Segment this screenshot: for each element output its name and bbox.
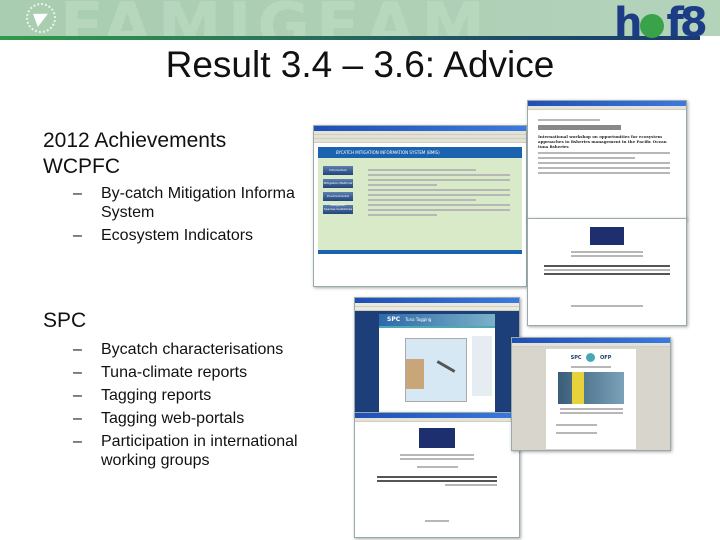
report-logo	[419, 428, 455, 448]
bullet-dash: –	[73, 227, 82, 244]
fisherman-photo	[558, 372, 624, 404]
spc-brand: SPC	[387, 316, 401, 323]
slide-title: Result 3.4 – 3.6: Advice	[0, 44, 720, 86]
section-heading: WCPFC	[43, 155, 120, 178]
section-heading: SPC	[43, 309, 87, 332]
window-toolbar	[355, 307, 519, 311]
bullet-item: – By-catch Mitigation Informa System	[43, 184, 333, 222]
report-page: SPC OFP	[546, 349, 636, 449]
report-header-logos: SPC OFP	[546, 349, 636, 362]
brand-logo-letter: h	[614, 0, 643, 46]
portal-content	[362, 166, 516, 219]
bullet-item: – Bycatch characterisations	[43, 340, 343, 359]
header-watermark: FAMIGEAM	[60, 0, 491, 36]
bullet-item: – Tagging web-portals	[43, 409, 343, 428]
bullet-text: System	[101, 204, 155, 221]
portal-menu-item: Species Guidelines	[323, 205, 353, 214]
organization-logo-icon	[26, 3, 56, 33]
bullet-text: By-catch Mitigation Informa	[101, 185, 295, 202]
bullet-dash: –	[73, 185, 82, 202]
bullet-item: – Participation in international working g…	[43, 432, 343, 470]
bullet-item: – Tuna-climate reports	[43, 363, 343, 382]
spc-logo: SPC	[570, 355, 582, 361]
bullet-item: – Tagging reports	[43, 386, 343, 405]
bullet-text: Tagging reports	[101, 387, 212, 404]
paper-section-bar	[538, 125, 621, 130]
spc-portal-banner: SPC Tuna Tagging	[379, 314, 495, 326]
bullet-text: Bycatch characterisations	[101, 341, 284, 358]
bullet-text: Participation in international	[101, 433, 298, 450]
slide-title-text: Result 3.4 – 3.6: Advice	[165, 44, 555, 85]
portal-sidebar	[472, 336, 492, 396]
bullet-item: – Ecosystem Indicators	[43, 226, 333, 245]
spc-portal-subtitle: Tuna Tagging	[405, 317, 432, 322]
screenshot-spc-report	[354, 412, 520, 538]
bullet-dash: –	[73, 410, 82, 427]
ofp-logo: OFP	[600, 355, 612, 361]
paper-heading: International workshop on opportunities …	[538, 134, 667, 149]
screenshot-spc-tagging-portal: SPC Tuna Tagging	[354, 297, 520, 417]
portal-footer	[318, 250, 522, 254]
portal-body: Introduction Mitigation Methods Environm…	[318, 158, 522, 250]
window-toolbar	[355, 418, 519, 422]
brand-logo-letters: f8	[666, 0, 707, 46]
window-toolbar	[512, 343, 670, 347]
fish-globe-icon	[640, 14, 665, 38]
report-logo	[590, 227, 624, 245]
bullet-text: Ecosystem Indicators	[101, 227, 254, 244]
pacific-map	[405, 338, 467, 402]
section-spc: SPC – Bycatch characterisations – Tuna-cli…	[43, 308, 343, 470]
screenshot-report-cover	[527, 218, 687, 326]
bullet-dash: –	[73, 387, 82, 404]
bullet-dash: –	[73, 433, 82, 450]
window-toolbar	[314, 139, 526, 143]
header-divider	[0, 36, 700, 40]
screenshot-workshop-paper: International workshop on opportunities …	[527, 100, 687, 220]
brand-logo: h f8	[614, 0, 708, 48]
portal-menu-item: Environmental Mitigation	[323, 192, 353, 207]
header-band: FAMIGEAM	[0, 0, 720, 36]
portal-menu-item: Introduction	[323, 166, 353, 175]
screenshot-spc-ofp-report: SPC OFP	[511, 337, 671, 451]
globe-icon	[586, 353, 596, 362]
portal-menu-item: Mitigation Methods	[323, 179, 353, 188]
screenshot-bmis-portal: BYCATCH MITIGATION INFORMATION SYSTEM (B…	[313, 125, 527, 287]
bullet-dash: –	[73, 364, 82, 381]
spc-portal-page: SPC Tuna Tagging	[379, 314, 495, 414]
bullet-text: working groups	[101, 452, 210, 469]
portal-banner: BYCATCH MITIGATION INFORMATION SYSTEM (B…	[318, 147, 522, 158]
section-wcpfc: 2012 Achievements WCPFC – By-catch Mitig…	[43, 128, 333, 245]
bullet-dash: –	[73, 341, 82, 358]
bullet-text: Tuna-climate reports	[101, 364, 248, 381]
bullet-text: Tagging web-portals	[101, 410, 245, 427]
section-heading: 2012 Achievements	[43, 129, 227, 152]
